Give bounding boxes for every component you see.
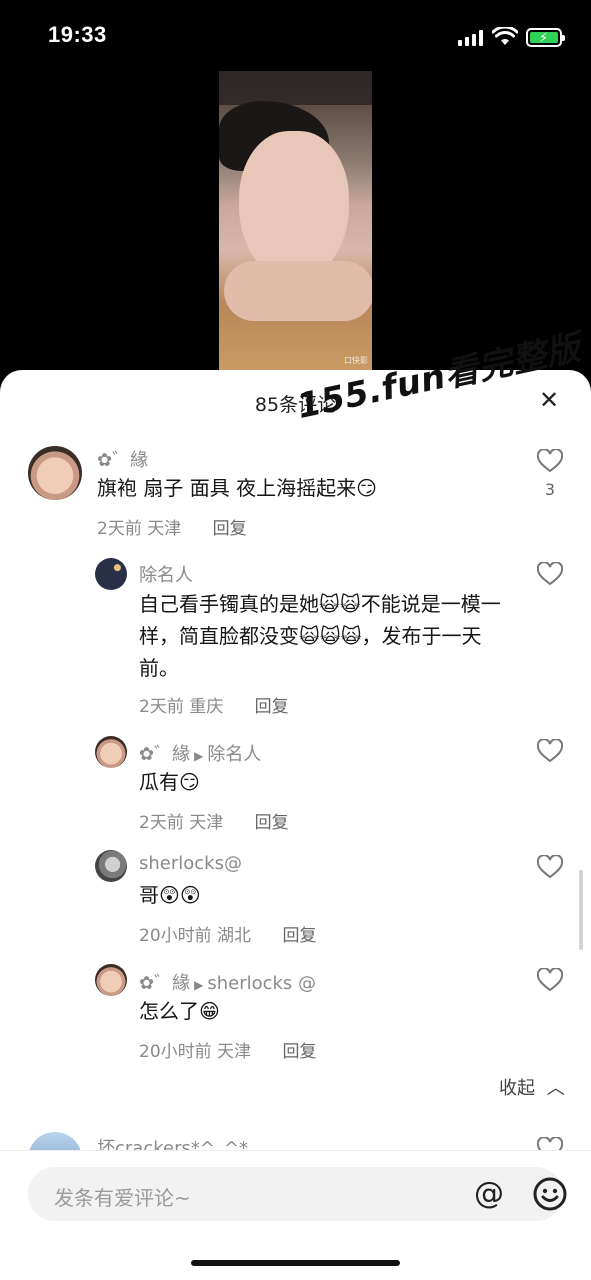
status-time: 19:33 bbox=[48, 22, 107, 47]
comments-sheet: 85条评论 ✕ bbox=[0, 370, 591, 1280]
comment-input-placeholder: 发条有爱评论~ bbox=[54, 1186, 191, 1210]
reply-button[interactable]: 回复 bbox=[213, 519, 247, 539]
avatar[interactable] bbox=[95, 964, 127, 996]
status-bar: 19:33 ⚡ bbox=[0, 0, 591, 72]
reply-button[interactable]: 回复 bbox=[255, 697, 289, 717]
reply-button[interactable]: 回复 bbox=[255, 813, 289, 833]
comment-meta: 2天前 天津 回复 bbox=[139, 808, 289, 833]
avatar[interactable] bbox=[28, 446, 82, 500]
reply-target[interactable]: sherlocks @ bbox=[207, 973, 316, 994]
comment-location: 天津 bbox=[217, 1042, 252, 1062]
reply-button[interactable]: 回复 bbox=[282, 926, 316, 946]
battery-charging-icon: ⚡ bbox=[526, 28, 565, 47]
comment-time: 2天前 bbox=[97, 519, 142, 539]
chevron-up-icon: ︿ bbox=[546, 1078, 565, 1099]
home-indicator[interactable] bbox=[191, 1260, 400, 1266]
comment-location: 重庆 bbox=[189, 697, 224, 717]
comment-username[interactable]: 除名人 bbox=[139, 561, 193, 587]
reply-author[interactable]: ✿゛緣 bbox=[139, 973, 190, 994]
comment-username[interactable]: ✿゛緣 bbox=[97, 446, 148, 472]
comment-text: 旗袍 扇子 面具 夜上海摇起来😏 bbox=[97, 476, 377, 500]
video-preview[interactable]: 口快影 bbox=[219, 71, 372, 370]
like-heart-icon[interactable] bbox=[536, 854, 564, 879]
comment-location: 天津 bbox=[147, 519, 182, 539]
reply-target[interactable]: 除名人 bbox=[207, 744, 261, 765]
comment-time: 2天前 bbox=[139, 697, 184, 717]
like-heart-icon[interactable] bbox=[536, 561, 564, 586]
comment-location: 湖北 bbox=[217, 926, 252, 946]
comment-location: 天津 bbox=[189, 813, 224, 833]
reply-author[interactable]: ✿゛緣 bbox=[139, 744, 190, 765]
avatar[interactable] bbox=[95, 850, 127, 882]
like-heart-icon[interactable] bbox=[536, 448, 564, 473]
comment-text: 自己看手镯真的是她🙀🙀不能说是一模一样，简直脸都没变🙀🙀🙀，发布于一天前。 bbox=[139, 592, 501, 680]
comment-text: 瓜有😏 bbox=[139, 770, 200, 794]
collapse-label: 收起 bbox=[499, 1078, 535, 1099]
reply-arrow-icon: ▶ bbox=[194, 749, 204, 763]
cellular-signal-icon bbox=[458, 30, 484, 46]
like-heart-icon[interactable] bbox=[536, 738, 564, 763]
reply-arrow-icon: ▶ bbox=[194, 978, 204, 992]
comment-meta: 2天前 天津 回复 bbox=[97, 514, 247, 539]
comment-meta: 2天前 重庆 回复 bbox=[139, 692, 289, 717]
reply-button[interactable]: 回复 bbox=[282, 1042, 316, 1062]
avatar[interactable] bbox=[95, 736, 127, 768]
close-icon[interactable]: ✕ bbox=[537, 386, 561, 414]
comment-text: 哥😲😲 bbox=[139, 883, 201, 907]
comment-time: 2天前 bbox=[139, 813, 184, 833]
wifi-icon bbox=[491, 25, 519, 47]
comment-username[interactable]: ✿゛緣 ▶ sherlocks @ bbox=[139, 969, 316, 995]
comment-input-bar: 发条有爱评论~ @ bbox=[0, 1150, 591, 1280]
scrollbar[interactable] bbox=[579, 870, 583, 950]
collapse-replies-button[interactable]: 收起 ︿ bbox=[499, 1074, 565, 1100]
comment-username[interactable]: sherlocks@ bbox=[139, 853, 242, 874]
like-heart-icon[interactable] bbox=[536, 967, 564, 992]
comment-input[interactable]: 发条有爱评论~ @ bbox=[28, 1167, 567, 1221]
mention-at-icon[interactable]: @ bbox=[472, 1177, 506, 1211]
like-count: 3 bbox=[544, 480, 556, 499]
comment-meta: 20小时前 湖北 回复 bbox=[139, 921, 316, 946]
comment-meta: 20小时前 天津 回复 bbox=[139, 1037, 316, 1062]
emoji-icon[interactable] bbox=[533, 1177, 567, 1211]
avatar[interactable] bbox=[95, 558, 127, 590]
comment-username[interactable]: ✿゛緣 ▶ 除名人 bbox=[139, 740, 261, 766]
comment-time: 20小时前 bbox=[139, 926, 212, 946]
comment-text: 怎么了😁 bbox=[139, 999, 220, 1023]
comment-time: 20小时前 bbox=[139, 1042, 212, 1062]
